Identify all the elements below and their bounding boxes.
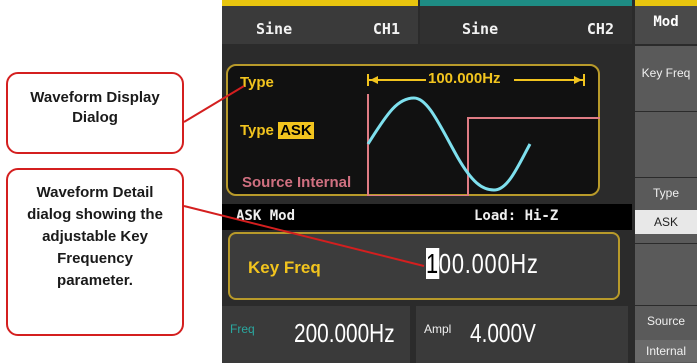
leader-line-display bbox=[183, 85, 245, 123]
leader-line-detail bbox=[183, 205, 425, 267]
callout-leader-lines bbox=[183, 85, 425, 267]
